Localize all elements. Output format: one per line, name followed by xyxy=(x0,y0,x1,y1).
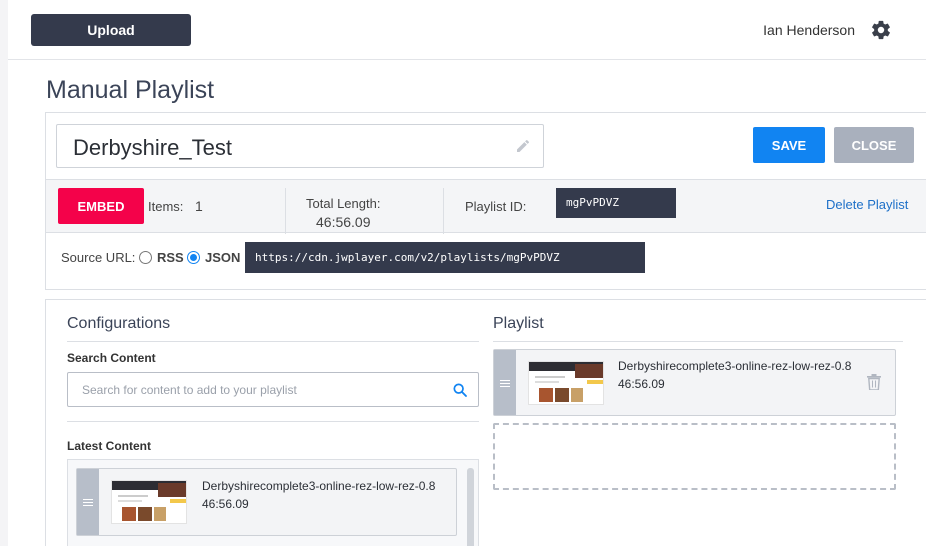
source-url-row: Source URL: RSS JSON https://cdn.jwplaye… xyxy=(46,233,926,289)
media-title: Derbyshirecomplete3-online-rez-low-rez-0… xyxy=(618,359,852,373)
trash-icon[interactable] xyxy=(867,374,881,390)
rss-radio[interactable] xyxy=(139,251,152,264)
playlist-name-value[interactable]: Derbyshire_Test xyxy=(73,135,232,161)
page-title: Manual Playlist xyxy=(46,76,215,104)
delete-playlist-link[interactable]: Delete Playlist xyxy=(826,197,908,212)
gear-icon[interactable] xyxy=(870,19,892,41)
playlist-meta-row: EMBED Items: 1 Total Length: 46:56.09 Pl… xyxy=(46,179,926,234)
playlist-id-value[interactable]: mgPvPDVZ xyxy=(556,188,676,218)
search-content-label: Search Content xyxy=(67,351,156,365)
json-radio[interactable] xyxy=(187,251,200,264)
total-length-value: 46:56.09 xyxy=(316,214,371,230)
configurations-title: Configurations xyxy=(67,315,171,332)
meta-divider xyxy=(285,188,286,234)
items-label: Items: xyxy=(148,199,184,214)
latest-content-label: Latest Content xyxy=(67,439,151,453)
items-count: 1 xyxy=(195,198,203,214)
source-url-value[interactable]: https://cdn.jwplayer.com/v2/playlists/mg… xyxy=(245,242,645,273)
media-duration: 46:56.09 xyxy=(618,377,665,391)
close-button[interactable]: CLOSE xyxy=(834,127,914,163)
search-input[interactable] xyxy=(68,373,438,406)
video-thumbnail xyxy=(111,480,187,524)
scrollbar[interactable] xyxy=(467,468,474,546)
source-url-label: Source URL: xyxy=(61,250,136,265)
upload-button[interactable]: Upload xyxy=(31,14,191,46)
content-card: Configurations Search Content Latest Con… xyxy=(45,299,926,546)
divider xyxy=(67,421,479,422)
search-icon[interactable] xyxy=(452,382,468,398)
total-length-label: Total Length: xyxy=(306,196,381,211)
media-duration: 46:56.09 xyxy=(202,497,249,511)
latest-content-list: Derbyshirecomplete3-online-rez-low-rez-0… xyxy=(67,459,479,546)
media-title: Derbyshirecomplete3-online-rez-low-rez-0… xyxy=(202,479,436,493)
playlist-name-field[interactable]: Derbyshire_Test xyxy=(56,124,544,168)
search-box xyxy=(67,372,479,407)
list-item[interactable]: Derbyshirecomplete3-online-rez-low-rez-0… xyxy=(76,468,457,536)
video-thumbnail xyxy=(528,361,604,405)
playlist-panel-title: Playlist xyxy=(493,315,544,332)
embed-button[interactable]: EMBED xyxy=(58,188,144,224)
divider xyxy=(493,341,903,342)
drag-handle[interactable] xyxy=(77,469,99,535)
left-gutter xyxy=(0,0,8,546)
json-radio-label[interactable]: JSON xyxy=(205,250,240,265)
pencil-icon[interactable] xyxy=(515,138,531,154)
rss-radio-label[interactable]: RSS xyxy=(157,250,184,265)
top-bar: Upload Ian Henderson xyxy=(8,0,926,60)
user-name[interactable]: Ian Henderson xyxy=(763,22,855,38)
playlist-drop-zone[interactable] xyxy=(493,423,896,490)
save-button[interactable]: SAVE xyxy=(753,127,825,163)
playlist-id-label: Playlist ID: xyxy=(465,199,527,214)
playlist-item[interactable]: Derbyshirecomplete3-online-rez-low-rez-0… xyxy=(493,349,896,416)
divider xyxy=(67,341,479,342)
drag-handle[interactable] xyxy=(494,350,516,415)
meta-divider xyxy=(443,188,444,234)
playlist-header-card: Derbyshire_Test SAVE CLOSE EMBED Items: … xyxy=(45,112,926,290)
